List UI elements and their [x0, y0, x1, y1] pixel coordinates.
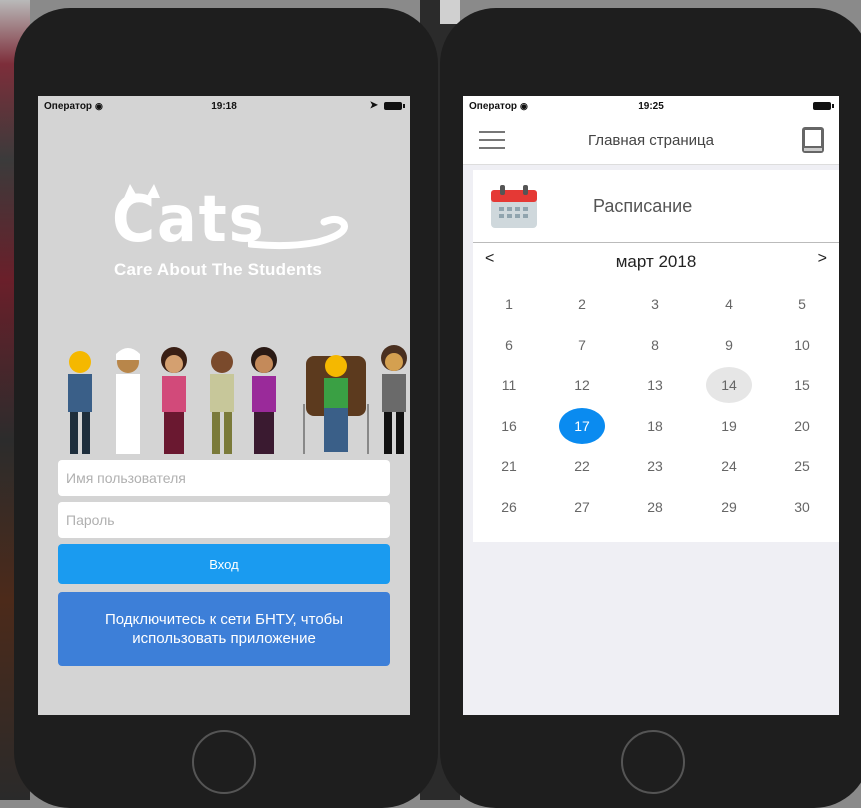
calendar-day[interactable]: 15: [779, 367, 825, 403]
calendar-day[interactable]: 30: [779, 489, 825, 525]
home-button-left[interactable]: [192, 730, 256, 794]
status-bar: Оператор ◉ 19:25: [463, 96, 839, 116]
calendar-day[interactable]: 9: [706, 327, 752, 363]
status-time: 19:25: [638, 101, 664, 112]
network-notice: Подключитесь к сети БНТУ, чтобы использо…: [58, 592, 390, 666]
logo-tail-icon: [248, 215, 348, 250]
calendar-day[interactable]: 28: [632, 489, 678, 525]
calendar-day-today[interactable]: 14: [706, 367, 752, 404]
calendar-day[interactable]: 27: [559, 489, 605, 525]
calendar-day[interactable]: 6: [486, 327, 532, 363]
login-screen: Оператор ◉ 19:18 ➤ Cats Care About The St…: [38, 96, 410, 715]
calendar-day[interactable]: 1: [486, 286, 532, 322]
navigation-bar: Главная страница: [463, 116, 839, 165]
students-illustration: [68, 345, 407, 454]
calendar-day[interactable]: 20: [779, 408, 825, 444]
calendar-day[interactable]: 19: [706, 408, 752, 444]
calendar-day[interactable]: 3: [632, 286, 678, 322]
battery-icon: [384, 102, 405, 110]
login-button[interactable]: Вход: [58, 544, 390, 584]
calendar-day-selected[interactable]: 17: [559, 407, 605, 444]
calendar-day[interactable]: 24: [706, 448, 752, 484]
calendar-day[interactable]: 11: [486, 367, 532, 403]
location-icon: ➤: [369, 100, 378, 111]
home-button-right[interactable]: [621, 730, 685, 794]
calendar-day[interactable]: 12: [559, 367, 605, 403]
password-input[interactable]: [58, 502, 390, 538]
phone-right: Оператор ◉ 19:25 Главная страница Распис…: [440, 8, 861, 808]
book-icon[interactable]: [801, 126, 825, 154]
calendar-day[interactable]: 10: [779, 327, 825, 363]
calendar-icon: [491, 185, 537, 228]
calendar-day[interactable]: 5: [779, 286, 825, 322]
calendar-day[interactable]: 22: [559, 448, 605, 484]
battery-icon: [813, 102, 834, 110]
calendar-day[interactable]: 26: [486, 489, 532, 525]
calendar-day[interactable]: 25: [779, 448, 825, 484]
phone-left: Оператор ◉ 19:18 ➤ Cats Care About The St…: [14, 8, 438, 808]
schedule-card: Расписание < март 2018 > 1 2 3 4 5 6 7 8 9 10 11 12…: [473, 170, 839, 542]
page-title: Главная страница: [588, 132, 714, 149]
status-time: 19:18: [211, 101, 237, 112]
next-month-button[interactable]: >: [818, 250, 827, 268]
calendar-day[interactable]: 4: [706, 286, 752, 322]
schedule-screen: Оператор ◉ 19:25 Главная страница Распис…: [463, 96, 839, 715]
calendar-day[interactable]: 7: [559, 327, 605, 363]
month-navigation: < март 2018 >: [473, 250, 839, 274]
logo-subtitle: Care About The Students: [114, 260, 322, 279]
month-label: март 2018: [615, 252, 697, 271]
calendar-day[interactable]: 23: [632, 448, 678, 484]
logo-title: Cats: [112, 183, 266, 257]
calendar-day[interactable]: 13: [632, 367, 678, 403]
calendar-day[interactable]: 2: [559, 286, 605, 322]
status-bar: Оператор ◉ 19:18 ➤: [38, 96, 410, 116]
schedule-title: Расписание: [593, 196, 693, 216]
background-divider-top: [440, 0, 460, 24]
calendar-day[interactable]: 8: [632, 327, 678, 363]
calendar-day[interactable]: 18: [632, 408, 678, 444]
schedule-header[interactable]: Расписание: [473, 170, 839, 243]
calendar-day[interactable]: 16: [486, 408, 532, 444]
calendar-day[interactable]: 21: [486, 448, 532, 484]
username-input[interactable]: [58, 460, 390, 496]
calendar-day[interactable]: 29: [706, 489, 752, 525]
